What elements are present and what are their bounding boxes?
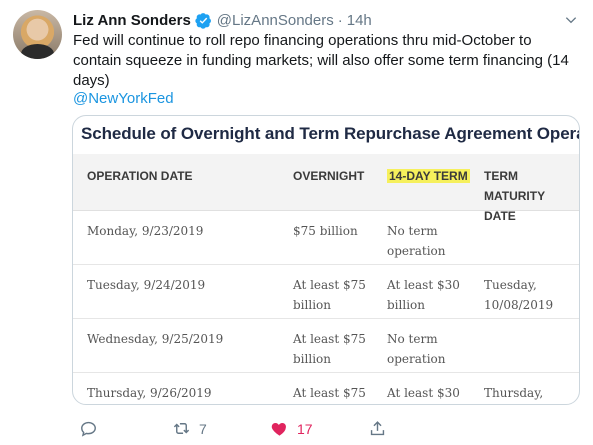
verified-badge-icon — [195, 12, 211, 29]
header-overnight: OVERNIGHT — [293, 169, 365, 183]
retweet-count: 7 — [199, 420, 207, 437]
share-icon — [370, 421, 385, 436]
retweet-button[interactable]: 7 — [172, 419, 207, 438]
like-count: 17 — [297, 420, 313, 437]
heart-icon — [271, 422, 286, 436]
cell-overnight: At least $75 — [293, 386, 366, 400]
retweet-icon — [173, 423, 190, 434]
cell-maturity: Tuesday, 10/08/2019 — [484, 278, 554, 312]
schedule-table: OPERATION DATE OVERNIGHT 14-DAY TERM TER… — [73, 154, 579, 404]
mention-link[interactable]: @NewYorkFed — [73, 89, 174, 109]
table-row: Monday, 9/23/2019 $75 billion No term op… — [73, 211, 579, 265]
tweet-header: Liz Ann Sonders @LizAnnSonders · 14h — [73, 9, 579, 31]
cell-term: No term operation — [387, 224, 446, 258]
tweet-actions: 7 17 — [73, 419, 403, 441]
cell-date: Thursday, 9/26/2019 — [87, 386, 212, 400]
avatar[interactable] — [13, 10, 62, 59]
cell-overnight: $75 billion — [293, 224, 358, 238]
cell-date: Tuesday, 9/24/2019 — [87, 278, 206, 292]
cell-date: Monday, 9/23/2019 — [87, 224, 204, 238]
header-operation-date: OPERATION DATE — [87, 169, 193, 183]
cell-term: No term operation — [387, 332, 446, 366]
author-name[interactable]: Liz Ann Sonders — [73, 12, 191, 29]
table-row: Thursday, 9/26/2019 At least $75 At leas… — [73, 373, 579, 404]
share-button[interactable] — [368, 419, 395, 438]
media-card[interactable]: Schedule of Overnight and Term Repurchas… — [72, 115, 580, 405]
header-14-day-term: 14-DAY TERM — [387, 166, 479, 186]
cell-overnight: At least $75 billion — [293, 278, 366, 312]
cell-overnight: At least $75 billion — [293, 332, 366, 366]
cell-term: At least $30 billion — [387, 278, 460, 312]
card-title: Schedule of Overnight and Term Repurchas… — [81, 124, 580, 143]
reply-button[interactable] — [79, 419, 106, 438]
like-button[interactable]: 17 — [270, 419, 313, 438]
table-row: Wednesday, 9/25/2019 At least $75 billio… — [73, 319, 579, 373]
tweet-text: Fed will continue to roll repo financing… — [73, 32, 569, 89]
highlighted-label: 14-DAY TERM — [387, 169, 470, 183]
caret-down-icon[interactable] — [563, 12, 579, 28]
table-row: Tuesday, 9/24/2019 At least $75 billion … — [73, 265, 579, 319]
reply-icon — [81, 421, 96, 437]
separator-dot: · — [337, 11, 343, 29]
cell-term: At least $30 — [387, 386, 460, 400]
table-header: OPERATION DATE OVERNIGHT 14-DAY TERM TER… — [73, 154, 579, 223]
cell-date: Wednesday, 9/25/2019 — [87, 332, 224, 346]
cell-maturity: Thursday, — [484, 386, 544, 400]
timestamp[interactable]: 14h — [347, 12, 372, 29]
author-handle[interactable]: @LizAnnSonders — [217, 12, 334, 29]
